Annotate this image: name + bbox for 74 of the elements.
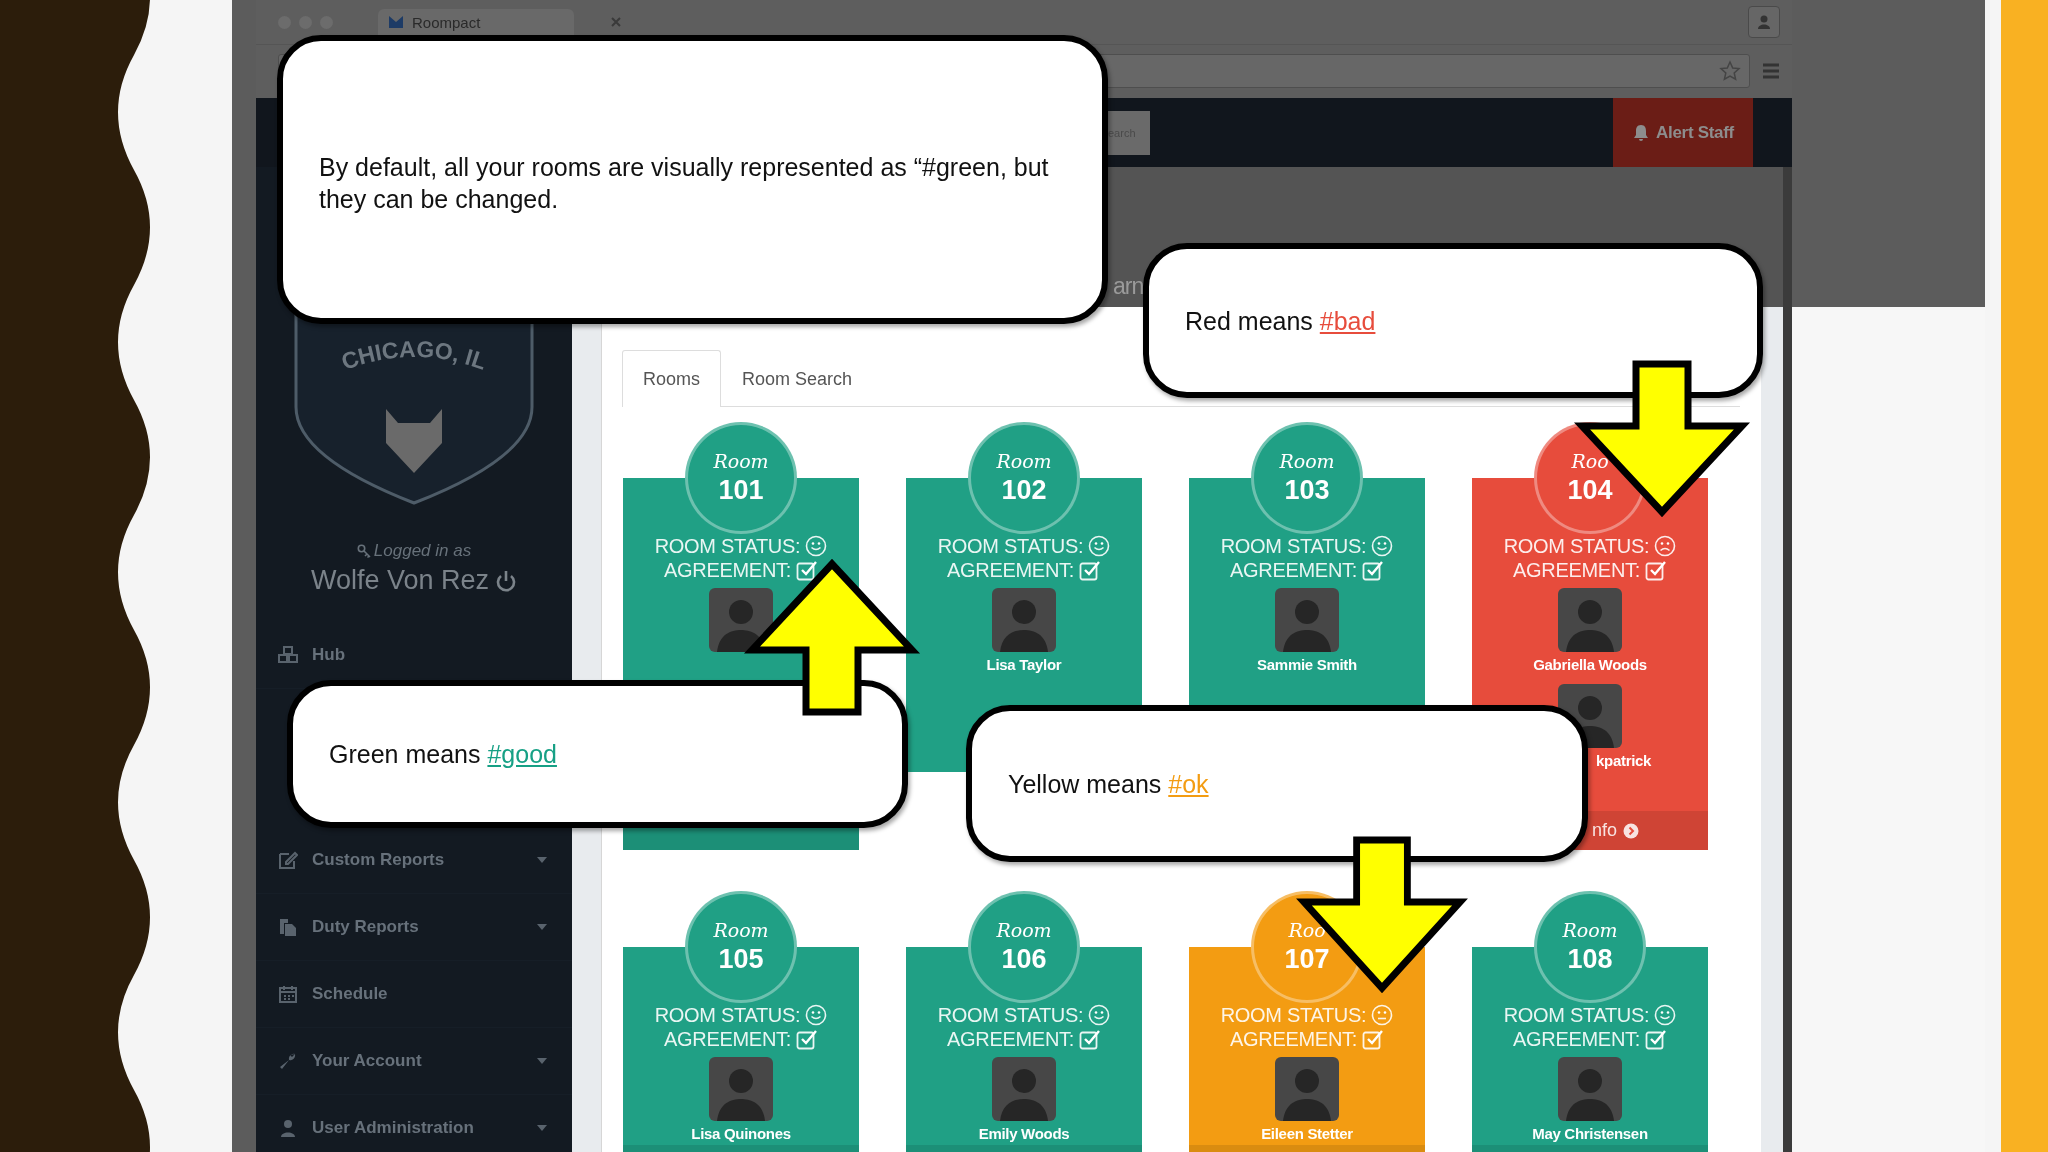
agreement-label: AGREEMENT: [1513, 1027, 1640, 1051]
edit-icon [278, 850, 298, 870]
resident-name: Lisa Quinones [691, 1124, 791, 1144]
room-badge: Room 102 [968, 422, 1080, 534]
close-icon[interactable] [610, 16, 622, 28]
smiley-icon [1371, 535, 1394, 557]
avatar-icon [1558, 588, 1622, 652]
neutral-face-icon [1371, 1004, 1394, 1026]
smiley-icon [1088, 1004, 1111, 1026]
callout-text: By default, all your rooms are visually represented as “#green, but they can be changed. [319, 152, 1050, 215]
hashtag-link[interactable]: #good [487, 740, 557, 768]
hashtag-link[interactable]: #ok [1168, 769, 1209, 798]
person-icon [1756, 14, 1772, 30]
tab[interactable]: Room Search [721, 350, 874, 407]
hashtag-link[interactable]: #bad [1319, 306, 1376, 335]
sad-face-icon [1654, 535, 1677, 557]
agreement-label: AGREEMENT: [664, 1027, 791, 1051]
menu-icon[interactable] [1762, 63, 1780, 80]
resident-name: Gabriella Woods [1533, 655, 1647, 675]
room-badge: Room 106 [968, 891, 1080, 1003]
calendar-icon [278, 984, 298, 1004]
status-label: ROOM STATUS: [937, 534, 1084, 558]
status-label: ROOM STATUS: [654, 1003, 801, 1027]
resident-name: Lisa Taylor [986, 655, 1062, 675]
agreement-label: AGREEMENT: [947, 558, 1074, 582]
alert-staff-button[interactable]: Alert Staff [1613, 98, 1753, 167]
resident-name: May Christensen [1532, 1124, 1648, 1144]
callout-text: Red means #bad [1185, 305, 1376, 337]
logged-in-label: Logged in as [373, 541, 472, 561]
key-icon [356, 544, 371, 558]
callout-text: Green means #good [329, 739, 557, 770]
tab[interactable]: Rooms [622, 350, 721, 407]
avatar-icon [1558, 1057, 1622, 1121]
status-label: ROOM STATUS: [1220, 534, 1367, 558]
room-badge: Room 105 [685, 891, 797, 1003]
status-label: ROOM STATUS: [937, 1003, 1084, 1027]
agreement-label: AGREEMENT: [1230, 558, 1357, 582]
smiley-icon [805, 1004, 828, 1026]
status-label: ROOM STATUS: [1503, 534, 1650, 558]
resident-name: Eileen Stetter [1261, 1124, 1353, 1144]
user-icon [278, 1118, 298, 1138]
star-icon[interactable] [1719, 60, 1741, 83]
bell-icon [1632, 123, 1651, 142]
cubes-icon [278, 645, 298, 665]
info-link[interactable]: nfo [1592, 820, 1618, 841]
logo-text: CHICAGO, IL [338, 335, 491, 375]
avatar-icon [709, 1057, 773, 1121]
profile-button[interactable] [1748, 6, 1780, 38]
agreement-label: AGREEMENT: [947, 1027, 1074, 1051]
resident-name: Emily Woods [978, 1124, 1070, 1144]
power-icon[interactable] [495, 568, 518, 593]
room-badge: Room 108 [1534, 891, 1646, 1003]
browser-tab[interactable]: Roompact [378, 9, 574, 35]
resident-name: kpatrick [1595, 751, 1653, 771]
agreement-label: AGREEMENT: [1513, 558, 1640, 582]
avatar-icon [992, 588, 1056, 652]
smiley-icon [1088, 535, 1111, 557]
avatar-icon [1275, 1057, 1339, 1121]
chevron-icon[interactable] [1623, 822, 1640, 839]
page-heading: arn [1113, 272, 1144, 301]
status-label: ROOM STATUS: [1503, 1003, 1650, 1027]
smiley-icon [805, 535, 828, 557]
room-badge: Room 101 [685, 422, 797, 534]
status-label: ROOM STATUS: [654, 534, 801, 558]
status-label: ROOM STATUS: [1220, 1003, 1367, 1027]
resident-name: Sammie Smith [1257, 655, 1357, 675]
favicon-icon [388, 15, 404, 29]
agreement-label: AGREEMENT: [1230, 1027, 1357, 1051]
avatar-icon [1275, 588, 1339, 652]
room-badge: Room 103 [1251, 422, 1363, 534]
files-icon [278, 917, 298, 937]
smiley-icon [1654, 1004, 1677, 1026]
avatar-icon [992, 1057, 1056, 1121]
user-name: Wolfe Von Rez [310, 565, 490, 596]
